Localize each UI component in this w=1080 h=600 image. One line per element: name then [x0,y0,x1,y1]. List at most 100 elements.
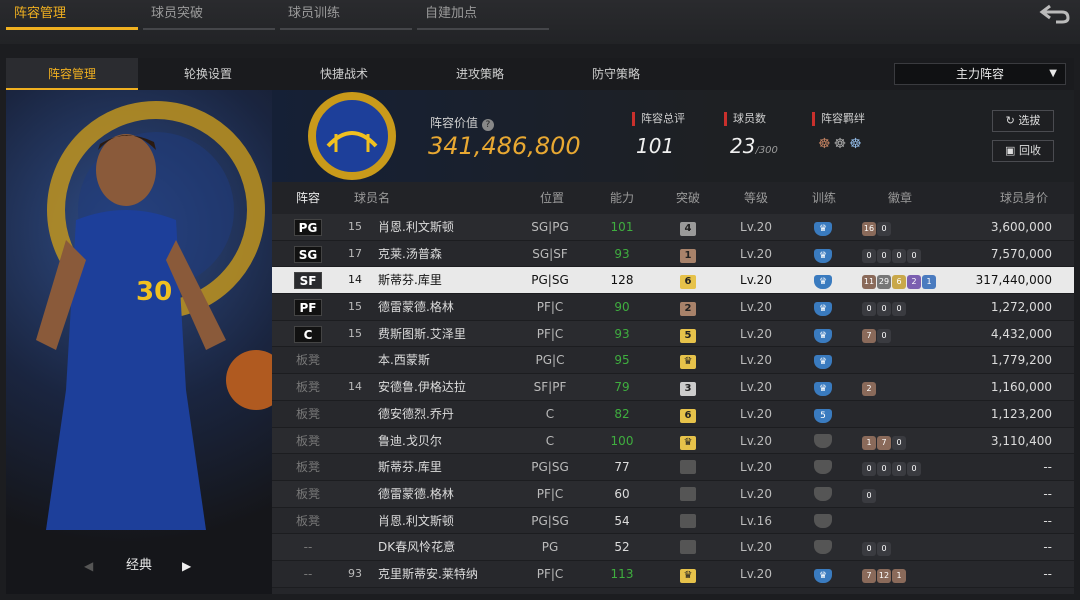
col-training[interactable]: 训练 [812,182,836,214]
col-badges[interactable]: 徽章 [888,182,912,214]
training-status [812,428,834,457]
subtab-defense[interactable]: 防守策略 [550,58,682,90]
table-row[interactable]: 板凳 14 安德鲁.伊格达拉 SF|PF 79 3 Lv.20 ♛ 2 1,160,000 [272,374,1074,401]
breakthrough-level [674,534,702,563]
player-value: 3,110,400 [990,433,1052,448]
help-icon[interactable]: ? [481,119,494,131]
player-value: 3,600,000 [990,220,1052,234]
table-row[interactable]: PF 15 德雷蒙德.格林 PF|C 90 2 Lv.20 ♛ 0 0 0 1,272,000 [272,294,1074,321]
col-slot[interactable]: 阵容 [296,182,320,214]
col-breakthrough[interactable]: 突破 [676,182,700,214]
jersey-number: 93 [348,566,362,580]
bond-icons[interactable]: ☸☸☸ [818,136,865,152]
tab-training[interactable]: 球员训练 [280,0,412,30]
table-row[interactable]: 板凳 肖恩.利文斯顿 PG|SG 54 Lv.16 -- [272,507,1074,535]
bench-label: 板凳 [295,460,320,475]
tab-custom-points[interactable]: 自建加点 [417,0,549,30]
breakthrough-badge: 6 [680,408,696,423]
badge-hex-icon: 16 [862,222,876,236]
back-arrow-icon[interactable] [1038,2,1072,26]
prev-arrow-icon[interactable]: ◀ [84,548,93,584]
row-slot[interactable]: -- [292,534,324,560]
subtab-quick-tactics[interactable]: 快捷战术 [278,58,410,90]
player-value: 4,432,000 [990,326,1052,341]
row-slot[interactable]: 板凳 [292,428,324,454]
breakthrough-level: 5 [674,321,702,347]
bond-label: 阵容羁绊 [812,112,865,126]
subtab-offense[interactable]: 进攻策略 [414,58,546,90]
col-level[interactable]: 等级 [744,182,768,214]
badge-hex-icon: 7 [877,435,891,450]
table-row[interactable]: 板凳 斯蒂芬.库里 PG|SG 77 Lv.20 0 0 0 0 -- [272,454,1074,481]
table-row[interactable]: -- 93 克里斯蒂安.莱特纳 PF|C 113 ♛ Lv.20 ♛ 7 12 1 -- [272,560,1074,588]
rating-value: 101 [636,134,675,158]
subtab-rotation[interactable]: 轮换设置 [142,58,274,90]
player-value: 1,272,000 [990,300,1052,315]
choose-button[interactable]: ↻ 选拔 [992,110,1054,132]
table-header: 阵容 球员名 位置 能力 突破 等级 训练 徽章 球员身价 [272,182,1074,214]
row-slot[interactable]: 板凳 [292,374,324,400]
shield-icon [814,540,832,555]
training-status [812,454,834,483]
breakthrough-level: 4 [674,214,702,240]
shield-icon: ♛ [814,302,832,317]
player-ability: 113 [610,566,634,581]
row-slot[interactable]: -- [292,561,324,587]
badge-hex-icon: 0 [862,462,876,477]
player-portrait-area: 30 ◀ 经典 ▶ [6,90,286,594]
badge-hex-icon: 0 [877,542,891,557]
badge-hex-icon: 0 [862,488,876,503]
tab-lineup[interactable]: 阵容管理 [6,0,138,30]
col-ability[interactable]: 能力 [610,182,634,214]
next-arrow-icon[interactable]: ▶ [182,548,191,584]
tab-breakthrough[interactable]: 球员突破 [143,0,275,30]
table-row[interactable]: PG 15 肖恩.利文斯顿 SG|PG 101 4 Lv.20 ♛ 16 0 3,600,000 [272,214,1074,241]
refresh-icon: ↻ [1005,114,1015,127]
player-name: 克莱.汤普森 [378,246,442,261]
player-count-label: 球员数 [724,112,766,126]
player-position: PF|C [536,326,564,341]
breakthrough-badge: ♛ [680,568,696,583]
table-row[interactable]: -- DK春风怜花意 PG 52 Lv.20 0 0 -- [272,534,1074,561]
player-level: Lv.20 [740,273,772,288]
col-position[interactable]: 位置 [540,182,564,214]
row-slot[interactable]: 板凳 [292,401,324,427]
table-row[interactable]: SG 17 克莱.汤普森 SG|SF 93 1 Lv.20 ♛ 0 0 0 0 7,570,000 [272,240,1074,268]
player-position: SG|SF [532,246,568,261]
jersey-number: 15 [348,300,362,314]
position-slot-badge: SG [294,245,322,263]
row-slot[interactable]: 板凳 [292,454,324,480]
table-row[interactable]: 板凳 德雷蒙德.格林 PF|C 60 Lv.20 0 -- [272,480,1074,508]
row-slot[interactable]: PF [292,294,324,321]
player-level: Lv.20 [740,300,772,315]
player-count-value: 23 [730,134,756,158]
table-row[interactable]: C 15 费斯图斯.艾泽里 PF|C 93 5 Lv.20 ♛ 7 0 4,432,000 [272,320,1074,348]
subtab-lineup[interactable]: 阵容管理 [6,58,138,90]
badge-hex-icon: 0 [907,248,921,263]
row-slot[interactable]: SF [292,267,324,294]
row-slot[interactable]: C [292,321,324,348]
player-value: 317,440,000 [975,273,1052,288]
player-value: -- [1043,540,1052,555]
row-slot[interactable]: PG [292,214,324,241]
badge-list: 0000 [862,454,922,480]
row-slot[interactable]: 板凳 [292,481,324,507]
position-slot-badge: SF [294,272,322,290]
recycle-button[interactable]: ▣ 回收 [992,140,1054,162]
table-row[interactable]: 板凳 本.西蒙斯 PG|C 95 ♛ Lv.20 ♛ 1,779,200 [272,347,1074,375]
table-row[interactable]: 板凳 鲁迪.戈贝尔 C 100 ♛ Lv.20 1 7 0 3,110,400 [272,427,1074,457]
badge-list: 16 0 [862,214,892,240]
table-row[interactable]: 板凳 德安德烈.乔丹 C 82 6 Lv.20 5 1,123,200 [272,400,1074,428]
breakthrough-level: ♛ [674,347,702,373]
row-slot[interactable]: SG [292,241,324,268]
breakthrough-badge: 5 [680,328,696,343]
row-slot[interactable]: 板凳 [292,347,324,373]
bench-label: 板凳 [295,486,320,501]
badge-hex-icon: 29 [877,275,891,290]
table-row[interactable]: SF 14 斯蒂芬.库里 PG|SG 128 6 Lv.20 ♛ 11 29 6 2 1 317,440,… [272,267,1074,295]
row-slot[interactable]: 板凳 [292,508,324,534]
col-name[interactable]: 球员名 [354,182,390,214]
col-value[interactable]: 球员身价 [1000,182,1048,214]
lineup-dropdown[interactable]: 主力阵容 ▼ [894,63,1066,85]
player-ability: 101 [610,220,634,234]
